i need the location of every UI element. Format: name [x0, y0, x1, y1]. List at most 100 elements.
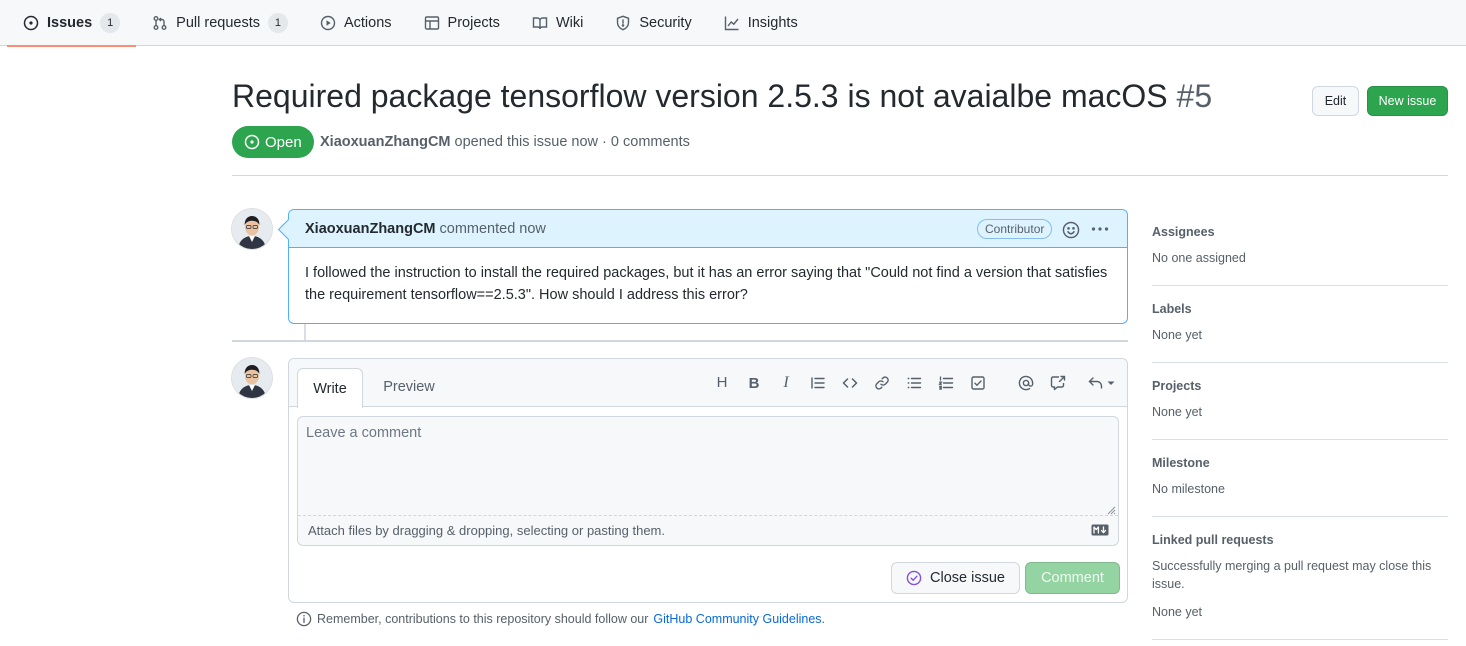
edit-button[interactable]: Edit — [1312, 86, 1359, 116]
issue-title: Required package tensorflow version 2.5.… — [232, 76, 1212, 116]
code-icon[interactable] — [842, 375, 858, 391]
tab-label: Issues — [47, 15, 93, 31]
sidebar-linked-prs-heading: Linked pull requests — [1152, 533, 1274, 547]
play-icon — [320, 15, 336, 31]
tab-issues[interactable]: Issues 1 — [7, 0, 137, 47]
comment-textarea-container: Attach files by dragging & dropping, sel… — [297, 416, 1119, 546]
sidebar-milestone-heading[interactable]: Milestone — [1152, 456, 1448, 470]
sidebar-labels-value: None yet — [1152, 328, 1203, 342]
smiley-icon[interactable] — [1062, 221, 1080, 239]
resize-handle-icon[interactable] — [1106, 505, 1116, 515]
sidebar-linked-prs-note: Successfully merging a pull request may … — [1152, 559, 1432, 591]
guidelines-note: Remember, contributions to this reposito… — [296, 611, 825, 627]
comment-input[interactable] — [298, 417, 1118, 516]
issue-number: #5 — [1176, 78, 1213, 114]
info-icon — [296, 611, 312, 627]
tab-label: Wiki — [555, 15, 584, 31]
comment-timestamp[interactable]: commented now — [440, 221, 546, 237]
tab-label: Pull requests — [176, 15, 260, 31]
sidebar-projects: Projects None yet — [1152, 379, 1448, 421]
contributor-label: Contributor — [977, 219, 1053, 239]
issue-title-text: Required package tensorflow version 2.5.… — [232, 78, 1168, 114]
sidebar-divider — [1152, 439, 1448, 440]
avatar-image — [232, 209, 272, 249]
unordered-list-icon[interactable] — [906, 375, 922, 391]
sidebar-divider — [1152, 285, 1448, 286]
tab-insights[interactable]: Insights — [708, 0, 814, 46]
tab-write[interactable]: Write — [297, 368, 363, 408]
heading-button[interactable]: H — [714, 375, 730, 391]
kebab-horizontal-icon[interactable] — [1090, 221, 1110, 237]
community-guidelines-link[interactable]: GitHub Community Guidelines — [653, 612, 821, 626]
tab-security[interactable]: Security — [599, 0, 707, 46]
sidebar-projects-value: None yet — [1152, 405, 1203, 419]
issue-closed-icon — [906, 570, 922, 586]
sidebar-divider — [1152, 639, 1448, 640]
sidebar-divider — [1152, 516, 1448, 517]
sidebar-assignees-heading[interactable]: Assignees — [1152, 225, 1448, 239]
comment: XiaoxuanZhangCM commented now Contributo… — [288, 209, 1128, 324]
repo-nav: Issues 1 Pull requests 1 Actions Project… — [0, 0, 1466, 47]
sidebar-milestone-value: No milestone — [1152, 482, 1225, 496]
sidebar-divider — [1152, 362, 1448, 363]
issues-counter: 1 — [100, 13, 121, 33]
tab-label: Projects — [447, 15, 500, 31]
comment-form: Write Preview H B I Attach files by drag… — [288, 358, 1128, 603]
book-icon — [532, 17, 548, 30]
graph-icon — [724, 16, 739, 31]
shield-icon — [617, 15, 630, 31]
sidebar-labels-heading[interactable]: Labels — [1152, 302, 1448, 316]
issue-meta: XiaoxuanZhangCM opened this issue now · … — [320, 134, 690, 150]
tab-pull-requests[interactable]: Pull requests 1 — [136, 0, 304, 46]
issue-state-label: Open — [265, 133, 302, 151]
ordered-list-icon[interactable] — [938, 375, 954, 391]
tab-projects[interactable]: Projects — [408, 0, 516, 46]
sidebar-labels: Labels None yet — [1152, 302, 1448, 344]
git-pull-request-icon — [153, 16, 167, 30]
pull-requests-counter: 1 — [267, 13, 288, 33]
close-issue-label: Close issue — [930, 570, 1005, 586]
tab-label: Security — [639, 15, 692, 31]
comment-author-link[interactable]: XiaoxuanZhangCM — [305, 221, 436, 237]
sidebar-projects-heading[interactable]: Projects — [1152, 379, 1448, 393]
tab-wiki[interactable]: Wiki — [516, 0, 599, 46]
issue-state-badge: Open — [232, 126, 314, 158]
comment-form-header: Write Preview H B I — [289, 359, 1127, 408]
issue-meta-text: opened this issue now · 0 comments — [454, 134, 690, 150]
tab-label: Actions — [343, 15, 392, 31]
avatar[interactable] — [232, 209, 272, 249]
sidebar-assignees-value: No one assigned — [1152, 251, 1246, 265]
italic-button[interactable]: I — [778, 374, 794, 391]
bold-button[interactable]: B — [746, 375, 762, 392]
timeline-divider — [232, 340, 1128, 342]
markdown-icon[interactable] — [1091, 524, 1109, 536]
file-attachment-bar[interactable]: Attach files by dragging & dropping, sel… — [298, 515, 1118, 545]
tab-actions[interactable]: Actions — [304, 0, 408, 46]
issue-opened-icon — [244, 134, 260, 150]
chevron-down-icon[interactable] — [1106, 375, 1116, 391]
sidebar-linked-pull-requests: Linked pull requests Successfully mergin… — [1152, 533, 1448, 621]
avatar[interactable] — [232, 358, 272, 398]
tasklist-icon[interactable] — [970, 375, 986, 391]
guidelines-period: . — [821, 612, 826, 626]
avatar-image — [232, 358, 272, 398]
sidebar-milestone: Milestone No milestone — [1152, 456, 1448, 498]
mention-icon[interactable] — [1018, 375, 1034, 391]
link-icon[interactable] — [874, 375, 890, 391]
header-divider — [232, 175, 1448, 176]
sidebar-linked-prs-value: None yet — [1152, 605, 1203, 619]
issue-opened-icon — [23, 15, 39, 31]
quote-icon[interactable] — [810, 375, 826, 391]
comment-header: XiaoxuanZhangCM commented now Contributo… — [289, 210, 1127, 248]
reply-icon[interactable] — [1088, 375, 1104, 391]
file-attachment-hint: Attach files by dragging & dropping, sel… — [308, 523, 665, 538]
tab-preview[interactable]: Preview — [371, 368, 447, 406]
close-issue-button[interactable]: Close issue — [891, 562, 1020, 594]
issue-author-link[interactable]: XiaoxuanZhangCM — [320, 134, 451, 150]
guidelines-text: Remember, contributions to this reposito… — [317, 612, 649, 626]
timeline-connector — [304, 324, 306, 340]
comment-submit-button[interactable]: Comment — [1025, 562, 1120, 594]
cross-reference-icon[interactable] — [1050, 375, 1066, 391]
new-issue-button[interactable]: New issue — [1367, 86, 1448, 116]
table-icon — [424, 16, 439, 30]
